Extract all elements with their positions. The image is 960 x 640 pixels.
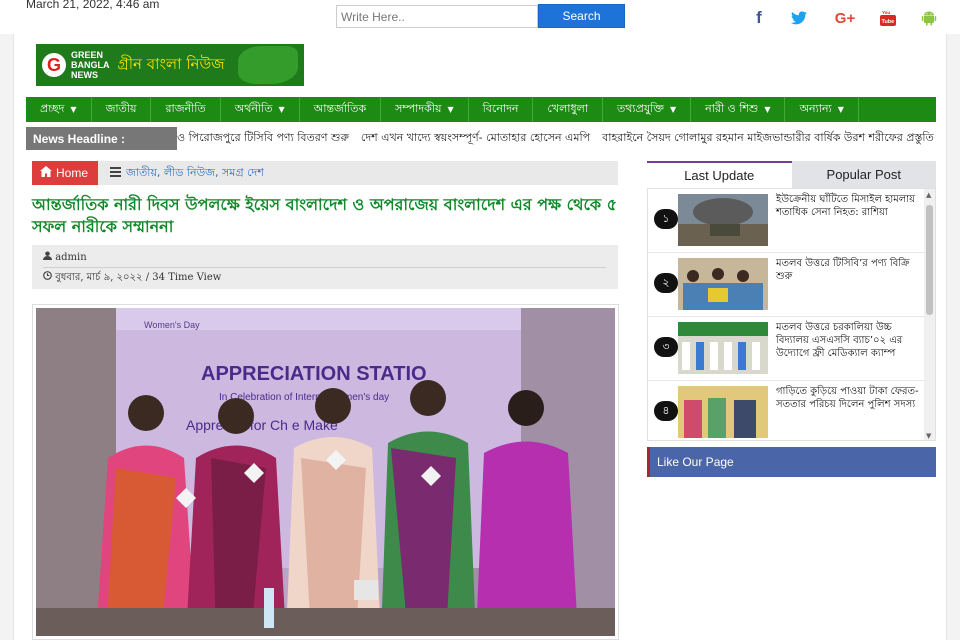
caret-down-icon: ▼ [764,105,771,114]
list-item[interactable]: ১ ইউক্রেনীয় ঘাঁটিতে মিসাইল হামলায় শতাধ… [648,189,935,253]
news-headline-label: News Headline : [26,127,177,150]
caret-down-icon: ▼ [278,105,285,114]
article-photo-illustration: Women's Day APPRECIATION STATIO In Celeb… [36,308,615,636]
news-item-title[interactable]: ইউক্রেনীয় ঘাঁটিতে মিসাইল হামলায় শতাধিক… [776,193,921,219]
facebook-icon[interactable]: f [750,8,768,27]
news-item-title[interactable]: মতলব উত্তরে টিসিবি’র পণ্য বিক্রি শুরু [776,257,921,283]
news-thumbnail[interactable] [678,258,768,310]
nav-item[interactable]: অর্থনীতি ▼ [221,97,300,122]
author-row: admin [43,251,87,263]
breadcrumb: Home জাতীয়, লীড নিউজ, সমগ্র দেশ [32,161,618,185]
news-thumbnail[interactable] [678,194,768,246]
item-number-badge: ৩ [654,337,678,357]
google-plus-icon[interactable]: G+ [833,9,857,27]
news-item-title[interactable]: গাড়িতে কুড়িয়ে পাওয়া টাকা ফেরত-সততার … [776,385,921,411]
search-input[interactable] [336,5,538,28]
sidebar-tabs: Last Update Popular Post [647,161,936,188]
list-item[interactable]: ৩ মতলব উত্তরে চরকালিয়া উচ্চ বিদ্যালয় এ… [648,317,935,381]
item-number-badge: ১ [654,209,678,229]
caret-down-icon: ▼ [670,105,677,114]
logo-english-text: GREEN BANGLA NEWS [71,50,110,80]
nav-item[interactable]: আন্তর্জাতিক [300,97,382,122]
banner-top-text: Women's Day [144,320,200,330]
twitter-icon[interactable] [790,9,808,27]
like-our-page-box[interactable]: Like Our Page [647,447,936,477]
banner-main-text: APPRECIATION STATIO [201,363,427,385]
list-item[interactable]: ২ মতলব উত্তরে টিসিবি’র পণ্য বিক্রি শুরু [648,253,935,317]
top-bar: March 21, 2022, 4:46 am Search f G+ You T… [0,0,960,34]
home-label: Home [56,166,89,180]
nav-item-label: অর্থনীতি [234,102,273,115]
item-number-badge: ৪ [654,401,678,421]
publish-date-views: বুধবার, মার্চ ৯, ২০২২ / 34 Time View [55,272,222,283]
date-views-row: বুধবার, মার্চ ৯, ২০২২ / 34 Time View [43,270,221,287]
main-navigation: প্রচ্ছদ ▼ জাতীয় রাজনীতি অর্থনীতি ▼ আন্তর্জাতি… [26,97,936,122]
nav-item[interactable]: সম্পাদকীয় ▼ [381,97,469,122]
logo-g-icon: G [42,53,66,77]
latest-news-list: ১ ইউক্রেনীয় ঘাঁটিতে মিসাইল হামলায় শতাধ… [647,188,936,441]
nav-item[interactable]: বিনোদন [469,97,534,122]
nav-item-label: সম্পাদকীয় [395,102,442,115]
ticker-item[interactable]: ও পিরোজপুরে টিসিবি পণ্য বিতরণ শুরু [177,129,349,148]
tab-popular-post[interactable]: Popular Post [791,161,936,188]
page-container: G GREEN BANGLA NEWS গ্রীন বাংলা নিউজ প্র… [13,34,947,640]
nav-item[interactable]: জাতীয় [92,97,152,122]
logo-bangla-text: গ্রীন বাংলা নিউজ [117,54,225,73]
nav-item-label: প্রচ্ছদ [40,102,65,115]
news-thumbnail[interactable] [678,386,768,438]
nav-item-label: নারী ও শিশু [705,102,759,115]
nav-item-label: আন্তর্জাতিক [313,102,367,115]
article-title: আন্তর্জাতিক নারী দিবস উপলক্ষে ইয়েস বাংল… [32,195,618,236]
news-item-title[interactable]: মতলব উত্তরে চরকালিয়া উচ্চ বিদ্যালয় এসএ… [776,321,921,360]
tab-last-update[interactable]: Last Update [647,161,792,188]
ticker-item[interactable]: দেশ এখন খাদ্যে স্বয়ংসম্পূর্ণ- মোতাহার হ… [361,129,590,148]
banner-line3-text: Appre ion for Ch e Make [186,417,338,433]
meta-divider [43,267,606,268]
article-image[interactable]: Women's Day APPRECIATION STATIO In Celeb… [32,304,619,640]
android-icon[interactable] [920,9,938,27]
youtube-icon[interactable]: You Tube [879,9,897,27]
home-button[interactable]: Home [32,161,99,185]
nav-item[interactable]: খেলাধুলা [533,97,604,122]
nav-item-label: খেলাধুলা [547,102,589,115]
nav-item-label: তথ্যপ্রযুক্তি [617,102,664,115]
scroll-up-icon[interactable]: ▲ [926,191,931,199]
nav-item-label: অন্যান্য [799,102,832,115]
search-button[interactable]: Search [538,4,625,28]
article-meta: admin বুধবার, মার্চ ৯, ২০২২ / 34 Time Vi… [32,245,618,289]
user-icon [43,251,55,263]
menu-icon [110,166,122,181]
news-thumbnail[interactable] [678,322,768,374]
ticker-item[interactable]: বাহরাইনে সৈয়দ গোলামুর রহমান মাইজভান্ডার… [602,129,936,148]
home-icon [40,166,52,180]
nav-item[interactable]: নারী ও শিশু ▼ [691,97,786,122]
list-scrollbar[interactable]: ▲ ▼ [924,189,935,440]
list-item[interactable]: ৪ গাড়িতে কুড়িয়ে পাওয়া টাকা ফেরত-সততা… [648,381,935,440]
svg-text:You: You [882,10,890,15]
nav-item[interactable]: তথ্যপ্রযুক্তি ▼ [603,97,692,122]
caret-down-icon: ▼ [70,105,77,114]
nav-item-label: জাতীয় [105,102,137,115]
clock-icon [43,271,55,283]
nav-item[interactable]: রাজনীতি [151,97,221,122]
category-links[interactable]: জাতীয়, লীড নিউজ, সমগ্র দেশ [126,164,264,183]
scrollbar-thumb[interactable] [926,205,933,315]
nav-item[interactable]: প্রচ্ছদ ▼ [26,97,92,122]
news-ticker: ও পিরোজপুরে টিসিবি পণ্য বিতরণ শুরু দেশ এখ… [177,127,936,150]
scroll-down-icon[interactable]: ▼ [926,432,931,440]
author-name[interactable]: admin [55,252,86,263]
nav-item-label: বিনোদন [482,102,519,115]
caret-down-icon: ▼ [447,105,454,114]
item-number-badge: ২ [654,273,678,293]
current-date: March 21, 2022, 4:46 am [26,0,160,11]
svg-text:Tube: Tube [882,19,895,25]
nav-item[interactable]: অন্যান্য ▼ [785,97,859,122]
bangladesh-map-icon [238,46,298,84]
site-logo[interactable]: G GREEN BANGLA NEWS গ্রীন বাংলা নিউজ [36,44,304,86]
caret-down-icon: ▼ [837,105,844,114]
nav-item-label: রাজনীতি [165,102,206,115]
